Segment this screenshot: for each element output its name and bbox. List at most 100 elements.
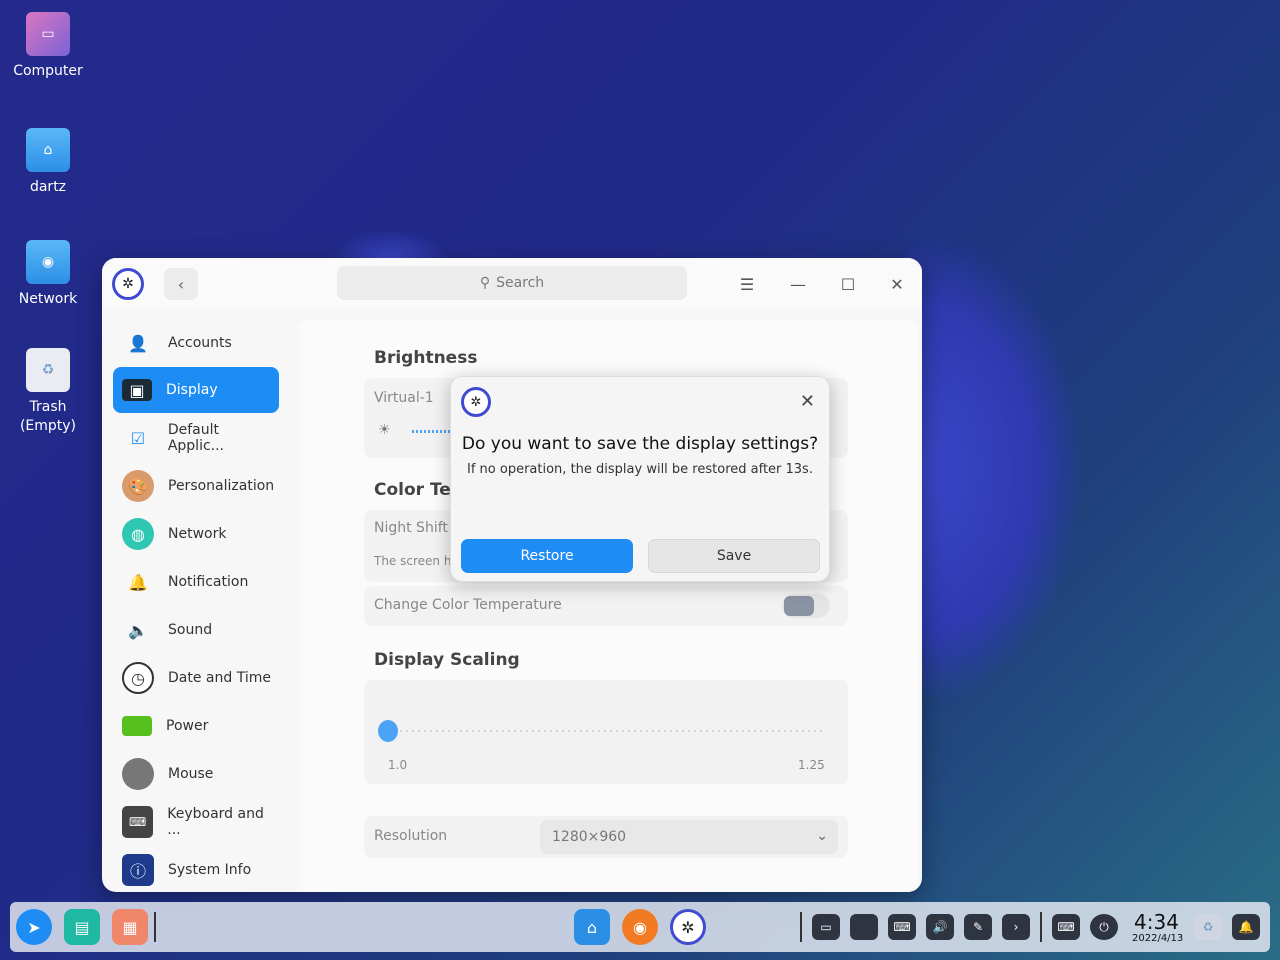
pen-icon[interactable]: ✎	[964, 914, 992, 940]
palette-icon: 🎨	[122, 470, 154, 502]
menu-icon: ☰	[739, 274, 755, 294]
onscreen-keyboard-icon[interactable]: ⌨	[888, 914, 916, 940]
dialog-close-button[interactable]: ✕	[800, 391, 815, 412]
save-button[interactable]: Save	[648, 539, 820, 573]
mouse-icon	[122, 758, 154, 790]
info-icon: ⓘ	[122, 854, 154, 886]
titlebar: ✲ ‹ ⚲ Search ☰ — ☐ ✕	[102, 258, 922, 310]
control-center-logo-icon: ✲	[112, 268, 144, 300]
menu-button[interactable]: ☰	[733, 270, 761, 298]
clock-icon: ◷	[122, 662, 154, 694]
maximize-icon: ☐	[840, 274, 856, 294]
sidebar-item-keyboard[interactable]: ⌨ Keyboard and ...	[113, 799, 279, 845]
keyboard-layout-icon[interactable]: ⌨	[1052, 914, 1080, 940]
change-color-temp-toggle[interactable]	[782, 594, 830, 618]
close-icon: ✕	[799, 391, 815, 412]
sidebar-item-notification[interactable]: 🔔 Notification	[113, 559, 279, 605]
dock-separator	[800, 912, 802, 942]
sidebar-item-display[interactable]: ▣ Display	[113, 367, 279, 413]
brightness-title: Brightness	[374, 348, 478, 368]
dock: ➤ ▤ ▦ ⌂ ◉ ✲ ▭ ⌨ 🔊 ✎ › ⌨ ⏻ 4:34 2022/4/13…	[10, 902, 1270, 952]
save-display-settings-dialog: ✲ ✕ Do you want to save the display sett…	[450, 376, 830, 582]
clock-date[interactable]: 2022/4/13	[1132, 933, 1183, 944]
change-color-temp-panel: Change Color Temperature	[364, 586, 848, 626]
sidebar-item-label: Mouse	[168, 766, 214, 782]
sidebar-item-network[interactable]: ◍ Network	[113, 511, 279, 557]
sidebar-item-default-apps[interactable]: ☑ Default Applic...	[113, 415, 279, 461]
resolution-select[interactable]: 1280×960 ⌄	[540, 820, 838, 854]
sidebar-item-label: System Info	[168, 862, 252, 878]
file-manager-icon[interactable]: ⌂	[574, 909, 610, 945]
close-button[interactable]: ✕	[883, 270, 911, 298]
clock-time[interactable]: 4:34	[1134, 910, 1179, 934]
sidebar-item-power[interactable]: Power	[113, 703, 279, 749]
minimize-icon: —	[790, 274, 806, 294]
sidebar-item-system-info[interactable]: ⓘ System Info	[113, 847, 279, 892]
maximize-button[interactable]: ☐	[834, 270, 862, 298]
power-icon[interactable]: ⏻	[1090, 914, 1118, 940]
workspace-icon[interactable]	[850, 914, 878, 940]
battery-icon	[122, 716, 152, 736]
control-center-icon[interactable]: ✲	[670, 909, 706, 945]
search-placeholder: Search	[496, 275, 545, 291]
search-input[interactable]: ⚲ Search	[337, 266, 687, 300]
default-apps-icon: ☑	[130, 428, 146, 448]
desktop-icon-label: Trash (Empty)	[19, 399, 77, 434]
sidebar-item-label: Network	[168, 526, 227, 542]
notification-bell-icon[interactable]: 🔔	[1232, 914, 1260, 940]
chevron-down-icon: ⌄	[816, 828, 828, 844]
terminal-icon[interactable]: ▤	[64, 909, 100, 945]
sidebar-item-personalization[interactable]: 🎨 Personalization	[113, 463, 279, 509]
sidebar-item-label: Default Applic...	[167, 422, 225, 454]
sidebar: 👤 Accounts ▣ Display ☑ Default Applic...…	[102, 320, 290, 892]
computer-icon: ▭	[26, 12, 70, 56]
restore-button[interactable]: Restore	[461, 539, 633, 573]
chevron-right-icon[interactable]: ›	[1002, 914, 1030, 940]
control-center-logo-icon: ✲	[461, 387, 491, 417]
desktop-icon-label: Computer	[13, 63, 83, 79]
dialog-message: If no operation, the display will be res…	[467, 462, 813, 477]
resolution-label: Resolution	[374, 828, 448, 844]
sidebar-item-label: Keyboard and ...	[167, 806, 264, 838]
back-button[interactable]: ‹	[164, 268, 198, 300]
desktop-icon-computer[interactable]: ▭ Computer	[10, 12, 86, 81]
firefox-icon[interactable]: ◉	[622, 909, 658, 945]
sidebar-item-mouse[interactable]: Mouse	[113, 751, 279, 797]
network-folder-icon: ◉	[26, 240, 70, 284]
monitor-name: Virtual-1	[374, 390, 434, 406]
multitasking-icon[interactable]: ▦	[112, 909, 148, 945]
launcher-icon[interactable]: ➤	[16, 909, 52, 945]
change-color-temp-label: Change Color Temperature	[374, 597, 562, 613]
scale-min-label: 1.0	[388, 758, 408, 772]
night-shift-description: The screen h	[374, 554, 452, 568]
bell-icon: 🔔	[128, 572, 148, 592]
night-shift-label: Night Shift	[374, 520, 448, 536]
desktop-icon-network[interactable]: ◉ Network	[10, 240, 86, 309]
minimize-button[interactable]: —	[784, 270, 812, 298]
desktop-icon-trash[interactable]: ♻ Trash (Empty)	[10, 348, 86, 436]
screen-recorder-icon[interactable]: ▭	[812, 914, 840, 940]
globe-icon: ◍	[122, 518, 154, 550]
scaling-slider-track[interactable]	[388, 730, 824, 732]
desktop-icon-label: dartz	[29, 179, 67, 195]
sidebar-item-sound[interactable]: 🔈 Sound	[113, 607, 279, 653]
dock-separator	[1040, 912, 1042, 942]
search-icon: ⚲	[479, 275, 491, 291]
desktop-icon-home[interactable]: ⌂ dartz	[10, 128, 86, 197]
speaker-icon: 🔈	[128, 620, 148, 640]
user-icon: 👤	[128, 333, 148, 353]
dialog-title: Do you want to save the display settings…	[461, 434, 819, 454]
sidebar-item-label: Personalization	[168, 478, 275, 494]
sidebar-item-label: Date and Time	[168, 670, 271, 686]
brightness-slider[interactable]	[412, 430, 452, 433]
scale-max-label: 1.25	[798, 758, 825, 772]
monitor-icon: ▣	[122, 379, 152, 401]
sidebar-item-accounts[interactable]: 👤 Accounts	[113, 320, 279, 366]
home-folder-icon: ⌂	[26, 128, 70, 172]
scaling-slider-handle[interactable]	[378, 720, 398, 742]
chevron-left-icon: ‹	[177, 274, 185, 294]
sidebar-item-label: Sound	[168, 622, 213, 638]
trash-icon[interactable]: ♻	[1194, 914, 1222, 940]
sidebar-item-date-time[interactable]: ◷ Date and Time	[113, 655, 279, 701]
volume-icon[interactable]: 🔊	[926, 914, 954, 940]
